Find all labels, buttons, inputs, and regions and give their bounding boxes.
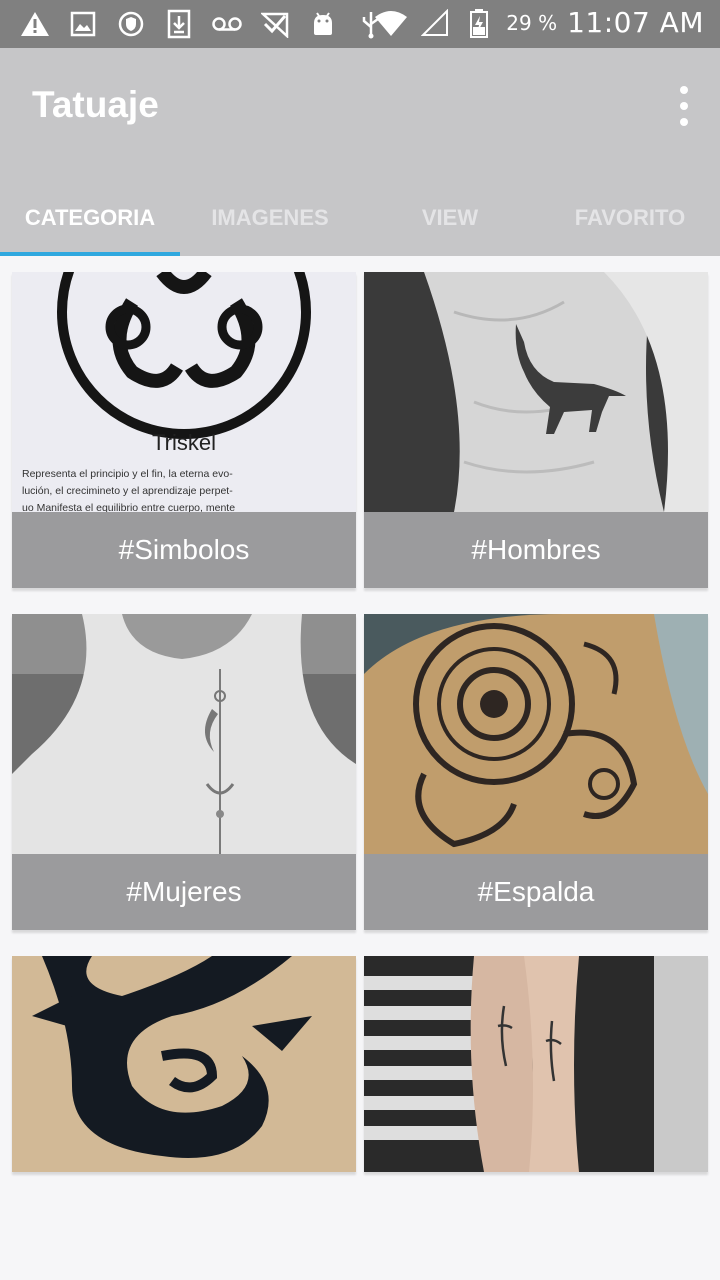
category-label: #Simbolos — [12, 512, 356, 588]
triskel-tattoo-image: Triskel Representa el principio y el fin… — [12, 272, 356, 512]
wifi-icon — [374, 7, 408, 39]
wolf-rib-tattoo-image — [364, 272, 708, 512]
app-bar: Tatuaje CATEGORIA IMAGENES VIEW FAVORITO — [0, 48, 720, 256]
battery-icon — [462, 7, 496, 39]
app-title: Tatuaje — [32, 84, 159, 125]
category-card-hombres[interactable]: #Hombres — [364, 272, 708, 588]
triskel-description: Representa el principio y el fin, la ete… — [22, 468, 236, 512]
tab-bar: CATEGORIA IMAGENES VIEW FAVORITO — [0, 180, 720, 256]
signal-icon — [418, 7, 452, 39]
category-card-espalda[interactable]: #Espalda — [364, 614, 708, 930]
download-icon — [162, 8, 196, 40]
category-card-forearms[interactable] — [364, 956, 708, 1172]
tab-favorito[interactable]: FAVORITO — [540, 180, 720, 256]
warning-icon — [18, 8, 52, 40]
status-bar: 29 % 11:07 AM — [0, 0, 720, 48]
category-card-simbolos[interactable]: Triskel Representa el principio y el fin… — [12, 272, 356, 588]
category-label: #Espalda — [364, 854, 708, 930]
android-icon — [306, 8, 340, 40]
tab-imagenes[interactable]: IMAGENES — [180, 180, 360, 256]
image-icon — [66, 8, 100, 40]
battery-percent: 29 % — [506, 10, 558, 35]
mandala-back-tattoo-image — [364, 614, 708, 854]
shield-icon — [114, 8, 148, 40]
category-card-tribal[interactable] — [12, 956, 356, 1172]
category-card-mujeres[interactable]: #Mujeres — [12, 614, 356, 930]
tab-categoria[interactable]: CATEGORIA — [0, 180, 180, 256]
tab-view[interactable]: VIEW — [360, 180, 540, 256]
category-label: #Mujeres — [12, 854, 356, 930]
neck-moon-tattoo-image — [12, 614, 356, 854]
category-label: #Hombres — [364, 512, 708, 588]
triskel-caption: Triskel — [152, 430, 216, 455]
clock: 11:07 AM — [567, 6, 704, 39]
more-vert-icon[interactable] — [672, 86, 696, 126]
check-icon — [258, 8, 292, 40]
voicemail-icon — [210, 8, 244, 40]
forearm-script-tattoo-image — [364, 956, 708, 1172]
tribal-tattoo-image — [12, 956, 356, 1172]
